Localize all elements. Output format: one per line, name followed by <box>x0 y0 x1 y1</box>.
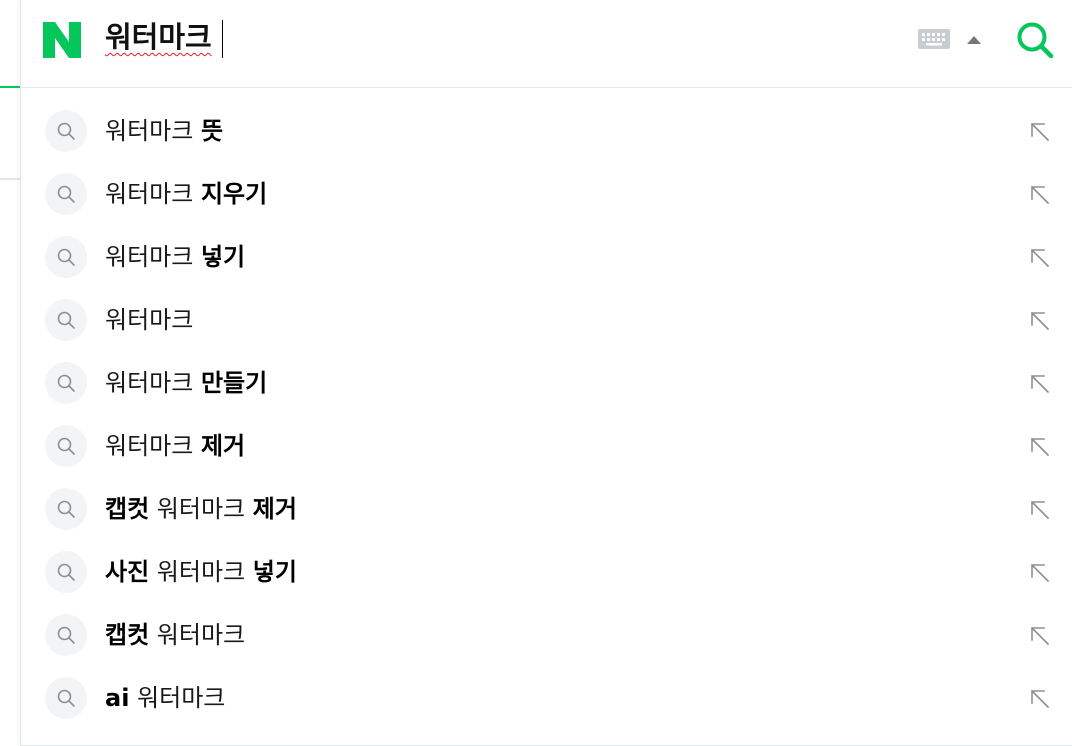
arrow-up-icon[interactable] <box>966 35 982 45</box>
magnifier-icon <box>45 488 87 530</box>
fill-query-arrow-icon[interactable] <box>1030 122 1050 142</box>
magnifier-icon <box>45 110 87 152</box>
suggestion-item[interactable]: 워터마크 만들기 <box>21 352 1072 415</box>
search-bar: 워터마크 <box>21 0 1072 88</box>
search-icon <box>1017 22 1054 59</box>
keyboard-icon[interactable] <box>918 29 950 49</box>
text-caret <box>222 20 223 58</box>
suggestion-label: 워터마크 만들기 <box>105 367 267 399</box>
suggestion-label: 캡컷 워터마크 <box>105 619 245 651</box>
fill-query-arrow-icon[interactable] <box>1030 500 1050 520</box>
magnifier-icon <box>45 551 87 593</box>
search-button[interactable] <box>1015 20 1055 60</box>
background-divider <box>0 178 22 180</box>
suggestion-item[interactable]: 워터마크 지우기 <box>21 163 1072 226</box>
suggestion-highlight-text: 넣기 <box>252 558 297 586</box>
magnifier-icon <box>45 362 87 404</box>
suggestion-query-text: 워터마크 <box>105 243 201 271</box>
suggestion-query-text: 워터마크 <box>149 621 246 649</box>
suggestion-highlight-text: 뜻 <box>200 117 224 145</box>
suggestion-highlight-text: 넣기 <box>200 243 246 271</box>
suggestion-item[interactable]: 캡컷 워터마크 제거 <box>21 478 1072 541</box>
suggestion-label: 워터마크 제거 <box>105 430 245 462</box>
magnifier-icon <box>45 677 87 719</box>
autocomplete-popup: 워터마크 워터마크 뜻워터마크 지우기워터마크 넣기워터마크워터마크 만 <box>20 0 1072 746</box>
search-input[interactable]: 워터마크 <box>105 17 212 57</box>
suggestion-highlight-text: 지우기 <box>200 180 268 208</box>
suggestion-highlight-text: 제거 <box>200 432 246 460</box>
fill-query-arrow-icon[interactable] <box>1030 689 1050 709</box>
background-tab-underline <box>0 86 22 88</box>
naver-n-logo[interactable] <box>43 22 81 58</box>
magnifier-icon <box>45 425 87 467</box>
suggestion-highlight-text: 사진 <box>105 558 150 586</box>
suggestion-label: 캡컷 워터마크 제거 <box>105 493 297 525</box>
suggestion-query-text: 워터마크 <box>129 684 226 712</box>
suggestion-label: 워터마크 넣기 <box>105 241 245 273</box>
suggestion-item[interactable]: 워터마크 뜻 <box>21 100 1072 163</box>
fill-query-arrow-icon[interactable] <box>1030 311 1050 331</box>
magnifier-icon <box>45 299 87 341</box>
fill-query-arrow-icon[interactable] <box>1030 374 1050 394</box>
fill-query-arrow-icon[interactable] <box>1030 248 1050 268</box>
fill-query-arrow-icon[interactable] <box>1030 563 1050 583</box>
suggestion-item[interactable]: 워터마크 넣기 <box>21 226 1072 289</box>
suggestion-highlight-text: ai <box>105 684 130 712</box>
fill-query-arrow-icon[interactable] <box>1030 437 1050 457</box>
suggestion-item[interactable]: 사진 워터마크 넣기 <box>21 541 1072 604</box>
magnifier-icon <box>45 236 87 278</box>
suggestion-highlight-text: 캡컷 <box>105 621 150 649</box>
suggestion-label: ai 워터마크 <box>105 682 225 714</box>
suggestion-highlight-text: 캡컷 <box>105 495 150 523</box>
suggestion-query-text: 워터마크 <box>105 369 201 397</box>
fill-query-arrow-icon[interactable] <box>1030 626 1050 646</box>
suggestion-label: 워터마크 지우기 <box>105 178 267 210</box>
magnifier-icon <box>45 614 87 656</box>
fill-query-arrow-icon[interactable] <box>1030 185 1050 205</box>
suggestion-item[interactable]: 워터마크 제거 <box>21 415 1072 478</box>
suggestion-query-text: 워터마크 <box>105 306 194 334</box>
magnifier-icon <box>45 173 87 215</box>
suggestion-highlight-text: 만들기 <box>200 369 268 397</box>
suggestion-label: 워터마크 <box>105 304 193 336</box>
suggestion-query-text: 워터마크 <box>149 495 253 523</box>
suggestion-label: 사진 워터마크 넣기 <box>105 556 297 588</box>
suggestion-item[interactable]: ai 워터마크 <box>21 667 1072 730</box>
suggestion-query-text: 워터마크 <box>105 432 201 460</box>
suggestion-query-text: 워터마크 <box>105 117 201 145</box>
suggestion-query-text: 워터마크 <box>149 558 253 586</box>
suggestion-label: 워터마크 뜻 <box>105 115 223 147</box>
suggestion-item[interactable]: 워터마크 <box>21 289 1072 352</box>
suggestion-query-text: 워터마크 <box>105 180 201 208</box>
suggestion-item[interactable]: 캡컷 워터마크 <box>21 604 1072 667</box>
suggestion-highlight-text: 제거 <box>252 495 297 523</box>
